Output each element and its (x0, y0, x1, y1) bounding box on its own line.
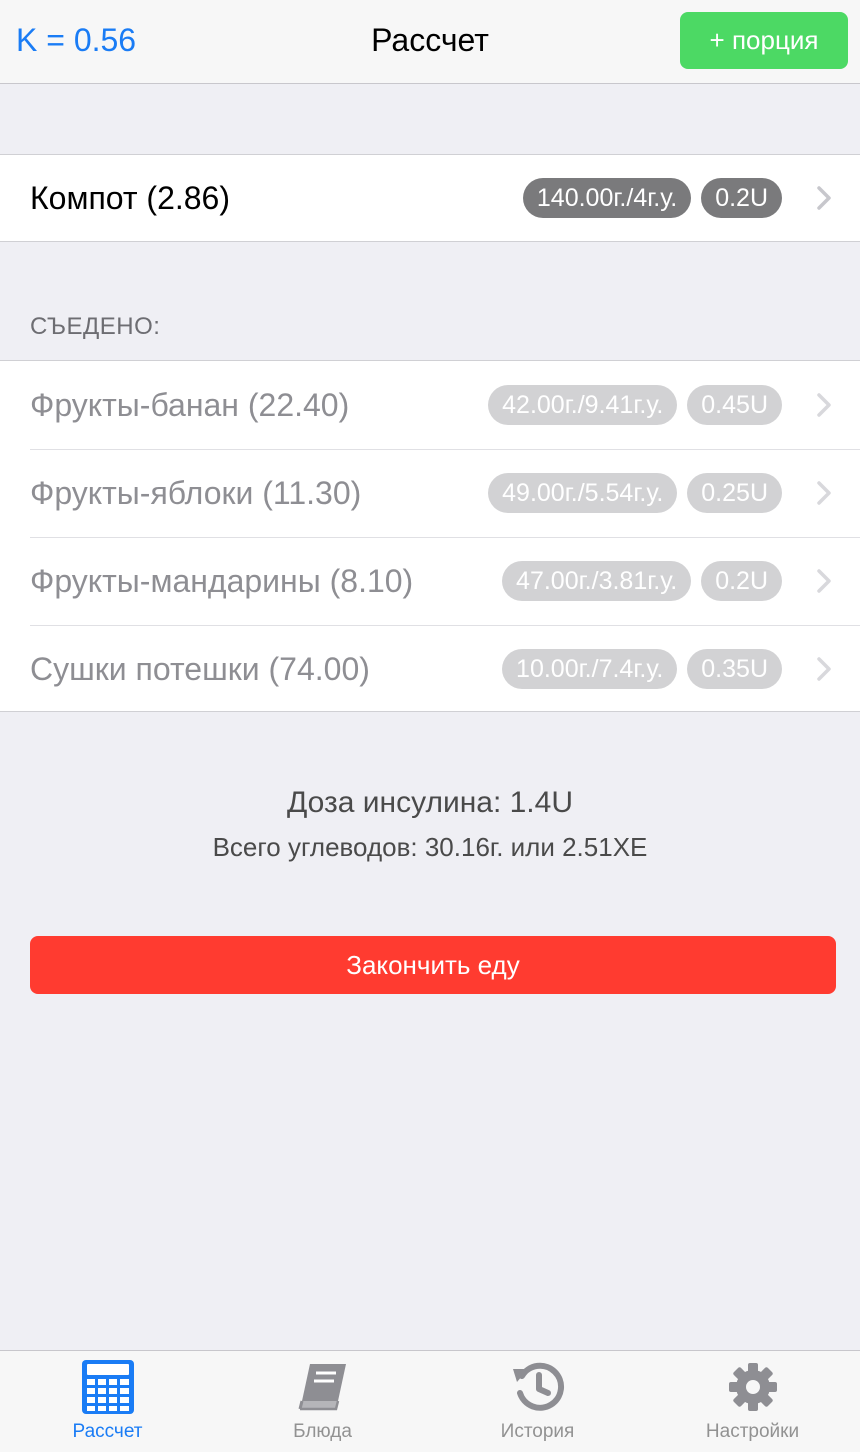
list-item-content: Сушки потешки (74.00) 10.00г./7.4г.у. 0.… (30, 625, 860, 713)
tab-calculation-label: Рассчет (72, 1421, 143, 1442)
chevron-right-icon (804, 392, 844, 418)
carbs-total-summary: Всего углеводов: 30.16г. или 2.51ХЕ (212, 832, 648, 862)
current-dish-weight-badge: 140.00г./4г.у. (522, 178, 692, 218)
tab-bar: Рассчет Блюда История Настройки (0, 1350, 860, 1452)
list-item[interactable]: Фрукты-яблоки (11.30) 49.00г./5.54г.у. 0… (0, 449, 860, 537)
tab-settings-label: Настройки (705, 1421, 800, 1442)
list-item[interactable]: Фрукты-банан (22.40) 42.00г./9.41г.у. 0.… (0, 361, 860, 449)
tab-settings[interactable]: Настройки (645, 1351, 860, 1452)
list-item-weight-badge: 47.00г./3.81г.у. (502, 561, 692, 601)
navigation-bar: K = 0.56 Рассчет + порция (0, 0, 860, 84)
list-item-weight-badge: 42.00г./9.41г.у. (488, 385, 678, 425)
tab-dishes[interactable]: Блюда (215, 1351, 430, 1452)
list-item-name: Сушки потешки (74.00) (30, 650, 370, 687)
current-dish-row-content: Компот (2.86) 140.00г./4г.у. 0.2U (30, 155, 860, 241)
chevron-right-icon (804, 568, 844, 594)
tab-history[interactable]: История (430, 1351, 645, 1452)
list-item-weight-badge: 10.00г./7.4г.у. (502, 649, 678, 689)
current-dish-name: Компот (2.86) (30, 179, 230, 216)
tab-history-label: История (500, 1421, 575, 1442)
list-item-dose-badge: 0.25U (687, 473, 782, 513)
list-item[interactable]: Сушки потешки (74.00) 10.00г./7.4г.у. 0.… (0, 625, 860, 713)
calculator-icon (80, 1359, 136, 1415)
eaten-section-header: СЪЕДЕНО: (30, 313, 161, 340)
tab-calculation[interactable]: Рассчет (0, 1351, 215, 1452)
history-icon (510, 1359, 566, 1415)
list-item-dose-badge: 0.45U (687, 385, 782, 425)
list-item-name: Фрукты-мандарины (8.10) (30, 562, 414, 599)
list-item-content: Фрукты-мандарины (8.10) 47.00г./3.81г.у.… (30, 537, 860, 625)
list-item-dose-badge: 0.2U (701, 561, 782, 601)
current-dish-dose-badge: 0.2U (701, 178, 782, 218)
add-portion-button[interactable]: + порция (680, 12, 848, 69)
chevron-right-icon (804, 185, 844, 211)
eaten-list: Фрукты-банан (22.40) 42.00г./9.41г.у. 0.… (0, 360, 860, 712)
chevron-right-icon (804, 656, 844, 682)
current-dish-row[interactable]: Компот (2.86) 140.00г./4г.у. 0.2U (0, 154, 860, 242)
list-item-content: Фрукты-яблоки (11.30) 49.00г./5.54г.у. 0… (30, 449, 860, 537)
list-item[interactable]: Фрукты-мандарины (8.10) 47.00г./3.81г.у.… (0, 537, 860, 625)
finish-meal-button[interactable]: Закончить еду (30, 936, 836, 994)
list-item-name: Фрукты-банан (22.40) (30, 386, 350, 423)
chevron-right-icon (804, 480, 844, 506)
book-icon (295, 1359, 351, 1415)
insulin-dose-summary: Доза инсулина: 1.4U (287, 786, 573, 819)
list-item-dose-badge: 0.35U (687, 649, 782, 689)
app-root: K = 0.56 Рассчет + порция Компот (2.86) … (0, 0, 860, 1452)
gear-icon (725, 1359, 781, 1415)
tab-dishes-label: Блюда (293, 1421, 352, 1442)
list-item-weight-badge: 49.00г./5.54г.у. (488, 473, 678, 513)
list-item-name: Фрукты-яблоки (11.30) (30, 474, 362, 511)
list-item-content: Фрукты-банан (22.40) 42.00г./9.41г.у. 0.… (30, 361, 860, 449)
